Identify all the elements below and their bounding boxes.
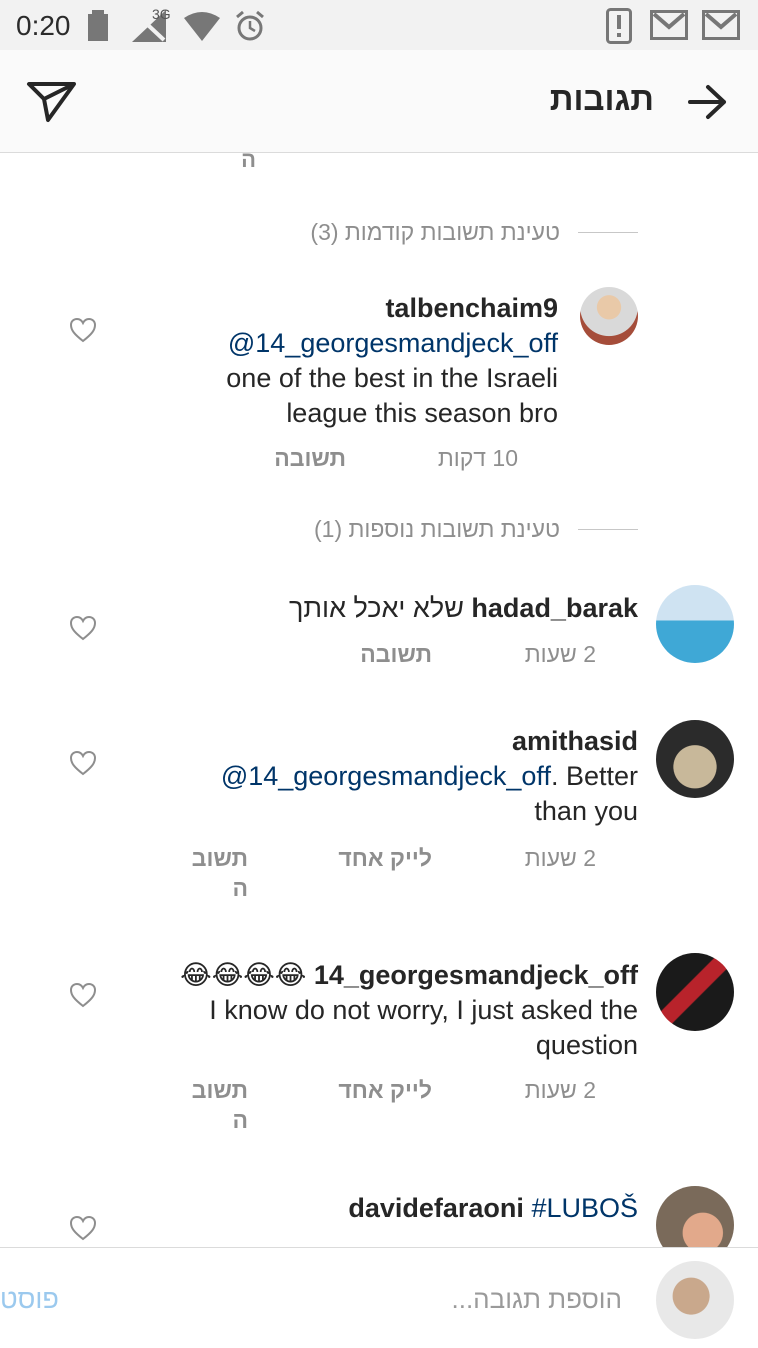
comment-username[interactable]: talbenchaim9 [385, 293, 558, 323]
reply-button[interactable]: תשובה [360, 641, 432, 668]
alert-notification-icon [606, 8, 632, 44]
reply-button-wrap[interactable]: ה [232, 1107, 248, 1134]
comments-list[interactable]: ה טעינת תשובות קודמות (3) talbenchaim9 @… [0, 153, 758, 1247]
avatar [656, 1261, 734, 1339]
avatar[interactable] [656, 1186, 734, 1247]
status-bar: 0:20 3G [0, 0, 758, 50]
avatar[interactable] [656, 585, 734, 663]
reply-button[interactable]: תשוב [192, 1077, 248, 1104]
comment-username[interactable]: amithasid [512, 726, 638, 756]
comment-time: 2 שעות [524, 845, 596, 871]
comment-username[interactable]: hadad_barak [471, 593, 638, 623]
emoji-text: 😂😂😂😂 [180, 960, 307, 990]
page-title: תגובות [549, 80, 654, 117]
load-previous-label[interactable]: טעינת תשובות קודמות (3) [310, 219, 560, 246]
comment-time: 10 דקות [437, 445, 518, 471]
comment-composer: הוספת תגובה... פוסט [0, 1247, 758, 1348]
wifi-icon [184, 12, 220, 41]
reply-button-wrap[interactable]: ה [232, 875, 248, 902]
load-previous-replies[interactable]: טעינת תשובות קודמות (3) [310, 217, 638, 247]
heart-icon[interactable] [69, 1215, 97, 1241]
truncated-reply-text: ה [241, 153, 256, 172]
avatar[interactable] [580, 287, 638, 345]
comment-text: one of the best in the Israeli [226, 363, 558, 393]
likes-count[interactable]: לייק אחד [338, 1077, 432, 1104]
comment-username[interactable]: davidefaraoni [348, 1193, 524, 1223]
avatar[interactable] [656, 720, 734, 798]
comment-text: . Better [550, 761, 638, 791]
comment-username[interactable]: 14_georgesmandjeck_off [314, 960, 638, 990]
divider-line [578, 528, 638, 530]
comment-time: 2 שעות [524, 641, 596, 667]
heart-icon[interactable] [69, 317, 97, 343]
post-button[interactable]: פוסט [0, 1284, 59, 1315]
comment-text: than you [534, 796, 638, 826]
reply-button[interactable]: תשובה [274, 445, 346, 472]
likes-count[interactable]: לייק אחד [338, 845, 432, 872]
comment-text: I know do not worry, I just asked the [209, 995, 638, 1025]
comments-header: תגובות [0, 50, 758, 153]
comment-text: question [535, 1030, 638, 1060]
heart-icon[interactable] [69, 750, 97, 776]
avatar[interactable] [656, 953, 734, 1031]
gmail-icon [650, 10, 688, 40]
divider-line [578, 231, 638, 233]
heart-icon[interactable] [69, 982, 97, 1008]
load-more-label[interactable]: טעינת תשובות נוספות (1) [314, 516, 560, 543]
send-icon[interactable] [26, 80, 78, 124]
comment-mention[interactable]: @14_georgesmandjeck_off [228, 328, 558, 358]
comment-text: שלא יאכל אותך [288, 593, 464, 623]
comment-input[interactable]: הוספת תגובה... [452, 1284, 623, 1315]
arrow-right-icon[interactable] [688, 84, 728, 120]
comment-time: 2 שעות [524, 1077, 596, 1103]
comment-text: league this season bro [286, 398, 558, 428]
battery-icon [88, 10, 108, 41]
comment-hashtag[interactable]: #LUBOŠ [531, 1193, 638, 1223]
comment-mention[interactable]: @14_georgesmandjeck_off [221, 761, 551, 791]
heart-icon[interactable] [69, 615, 97, 641]
alarm-icon [236, 10, 264, 41]
reply-button[interactable]: תשוב [192, 845, 248, 872]
status-time: 0:20 [16, 10, 71, 41]
load-more-replies[interactable]: טעינת תשובות נוספות (1) [314, 514, 638, 544]
network-type-label: 3G [152, 6, 171, 22]
gmail-icon [702, 10, 740, 40]
